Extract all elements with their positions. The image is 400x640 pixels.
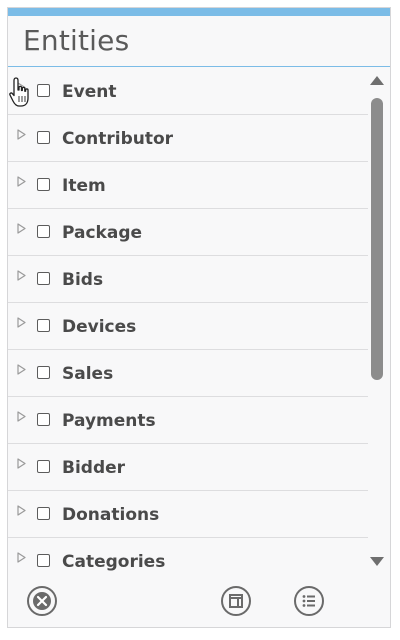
expand-triangle-icon[interactable] (17, 82, 29, 96)
scroll-down-arrow-icon[interactable] (370, 557, 384, 566)
entity-checkbox[interactable] (37, 460, 50, 473)
entity-row[interactable]: Contributor (8, 115, 368, 162)
entity-checkbox[interactable] (37, 225, 50, 238)
entity-label: Donations (62, 505, 160, 525)
entity-label: Sales (62, 364, 114, 384)
expand-triangle-icon[interactable] (17, 364, 29, 378)
list-options-button[interactable] (293, 585, 325, 617)
entity-checkbox[interactable] (37, 366, 50, 379)
expand-triangle-icon[interactable] (17, 223, 29, 237)
panel-title: Entities (23, 24, 130, 57)
entity-row[interactable]: Donations (8, 491, 368, 538)
expand-triangle-icon[interactable] (17, 270, 29, 284)
entity-label: Payments (62, 411, 156, 431)
entity-row[interactable]: Item (8, 162, 368, 209)
entity-row[interactable]: Bidder (8, 444, 368, 491)
entity-label: Item (62, 176, 106, 196)
entity-label: Devices (62, 317, 137, 337)
entity-label: Package (62, 223, 143, 243)
expand-triangle-icon[interactable] (17, 411, 29, 425)
expand-triangle-icon[interactable] (17, 176, 29, 190)
entity-row[interactable]: Package (8, 209, 368, 256)
entity-row[interactable]: Sales (8, 350, 368, 397)
entity-checkbox[interactable] (37, 507, 50, 520)
entity-list[interactable]: Event Contributor Item Package Bids Devices Sa… (8, 68, 368, 578)
entity-row[interactable]: Categories (8, 538, 368, 578)
entity-row[interactable]: Payments (8, 397, 368, 444)
entities-panel: Entities Event Contributor Item Package Bids… (7, 7, 391, 628)
entity-label: Contributor (62, 129, 174, 149)
expand-triangle-icon[interactable] (17, 505, 29, 519)
layout-button[interactable] (220, 585, 252, 617)
entity-checkbox[interactable] (37, 554, 50, 567)
entity-checkbox[interactable] (37, 131, 50, 144)
entity-checkbox[interactable] (37, 178, 50, 191)
entity-label: Bidder (62, 458, 126, 478)
entity-label: Event (62, 82, 117, 102)
expand-triangle-icon[interactable] (17, 129, 29, 143)
entity-label: Bids (62, 270, 104, 290)
entity-checkbox[interactable] (37, 272, 50, 285)
entity-checkbox[interactable] (37, 84, 50, 97)
entity-label: Categories (62, 552, 166, 572)
scroll-up-arrow-icon[interactable] (370, 76, 384, 85)
expand-triangle-icon[interactable] (17, 552, 29, 566)
layout-panel-icon (221, 586, 251, 616)
expand-triangle-icon[interactable] (17, 458, 29, 472)
panel-header: Entities (8, 16, 390, 67)
panel-footer (8, 577, 390, 627)
entity-checkbox[interactable] (37, 319, 50, 332)
close-circle-icon (27, 586, 57, 616)
entity-checkbox[interactable] (37, 413, 50, 426)
expand-triangle-icon[interactable] (17, 317, 29, 331)
entity-row[interactable]: Devices (8, 303, 368, 350)
panel-accent-bar (8, 8, 390, 16)
entity-row[interactable]: Bids (8, 256, 368, 303)
list-bullets-icon (294, 586, 324, 616)
scrollbar-thumb[interactable] (371, 98, 383, 380)
entity-row[interactable]: Event (8, 68, 368, 115)
clear-selection-button[interactable] (26, 585, 58, 617)
